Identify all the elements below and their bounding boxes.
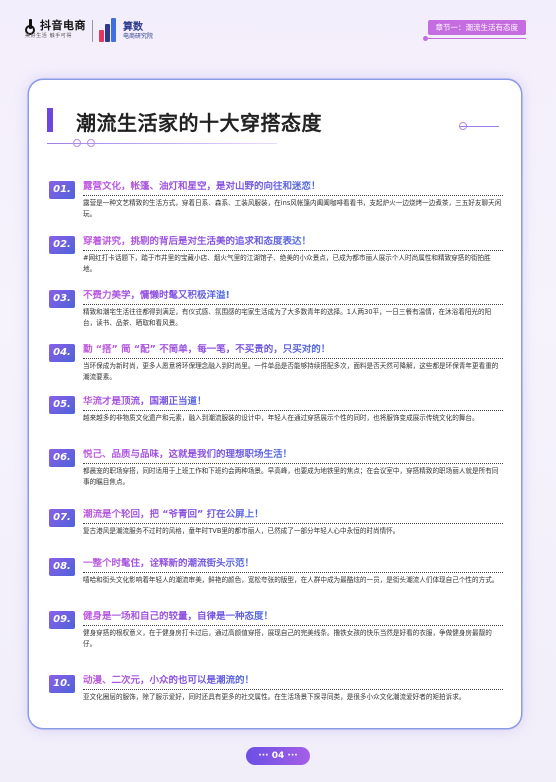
chapter-underline [428,38,526,39]
item-body: 当环保成为新时尚，更多人愿意将环保理念融入到时尚里。一件单品是否能够持续搭配多次… [83,362,499,381]
item-body: 嘻哈和街头文化影响着年轻人的潮流审美，鲜艳的颜色，宽松夸张的版型，在人群中成为最… [83,576,499,584]
item-number: 02. [49,236,75,254]
item-number: 03. [49,290,75,308]
item-body: 复古港风是潮流服务不过时的风格，童年时TVB里的都市丽人，已然成了一部分年轻人心… [83,527,400,535]
item-number: 09. [49,611,75,629]
item-number: 06. [49,449,75,467]
title-divider [47,143,277,144]
item-heading: 穿着讲究，挑剔的背后是对生活美的追求和态度表达！ [83,236,312,247]
dotted-divider [83,625,503,626]
dotted-divider [83,410,503,411]
item-heading: 勤 “搭” 简 “配” 不简单，每一笔，不买贵的，只买对的！ [83,344,331,355]
content-card: 潮流生活家的十大穿搭态度 01. 露营文化，帐篷、油灯和星空，是对山野的向往和迷… [29,80,521,728]
item-number: 10. [49,675,75,693]
item-body: 露营是一种文艺精致的生活方式，穿着日系、森系、工装风服装，在ins风帐篷内阖阖咖… [83,199,502,218]
page-dots-right: ··· [284,751,298,761]
douyin-ecommerce-logo: 抖音电商 [25,17,86,35]
item-body: #网红打卡话题下，踏于市井里的宝藏小店、烟火气里的江湖馆子、绝美的小众景点，已成… [83,254,491,273]
chapter-badge: 章节一：潮流生活有态度 [427,20,526,35]
logo-divider [92,20,93,42]
page-title: 潮流生活家的十大穿搭态度 [76,111,322,135]
dotted-divider [83,523,503,524]
item-heading: 不费力美学，慵懒时髦又积极洋溢! [83,290,230,301]
item-heading: 动漫、二次元，小众的也可以是潮流的！ [83,675,255,686]
item-body: 健身穿搭的根权意义，在于健身房打卡过后，通过高颜值穿搭，展现自己的完美线条。撸铁… [83,629,492,648]
item-heading: 悦己、品质与品味，这就是我们的理想职场生活！ [83,449,293,460]
title-accent-bar [47,108,53,132]
dotted-divider [83,250,503,251]
item-heading: 华流才是顶流，国潮正当道！ [83,396,207,407]
page-number: ··· 04 ··· [246,747,310,765]
dotted-divider [83,358,503,359]
dotted-divider [83,689,503,690]
dotted-divider [83,304,503,305]
dotted-divider [83,195,503,196]
logo1-slogan: 美好生活 触手可得 [25,33,72,39]
item-heading: 一整个时髦住，诠释新的潮流街头示范！ [83,558,255,569]
page-header: 抖音电商 美好生活 触手可得 算数 电商研究院 章节一：潮流生活有态度 [0,0,556,46]
dotted-divider [83,463,503,464]
item-number: 05. [49,396,75,414]
logo1-text: 抖音电商 [40,19,86,32]
item-body: 亚文化圈层的服饰，除了服示爱好，同时还具有更多的社交属性。在生活场景下探寻同类，… [83,693,466,701]
item-body: 都晨宠的职场穿搭，同时适用于上班工作和下班约会两种场景。早高峰，也要成为地铁里的… [83,467,499,486]
item-body: 越来越多的非物质文化遗产和元素，融入到潮流服装的设计中，年轻人在通过穿搭展示个性… [83,414,479,422]
douyin-note-icon [25,19,37,35]
suanshu-bars-icon [99,18,119,42]
page-dots-left: ··· [258,751,272,761]
item-number: 01. [49,181,75,199]
dotted-divider [83,572,503,573]
logo2-subtitle: 电商研究院 [123,33,154,40]
deco-line [459,126,499,127]
item-number: 07. [49,509,75,527]
page-number-value: 04 [271,751,285,761]
item-heading: 健身是一场和自己的较量，自律是一种态度！ [83,611,274,622]
item-heading: 潮流是个轮回，把 “爷青回” 打在公屏上！ [83,509,264,520]
item-number: 04. [49,344,75,362]
item-number: 08. [49,558,75,576]
item-heading: 露营文化，帐篷、油灯和星空，是对山野的向往和迷恋！ [83,181,321,192]
item-body: 精致和潮宅生活往往都得到满足，有仪式感、氛围感的宅家生活成为了大多数青年的选择。… [83,308,492,327]
